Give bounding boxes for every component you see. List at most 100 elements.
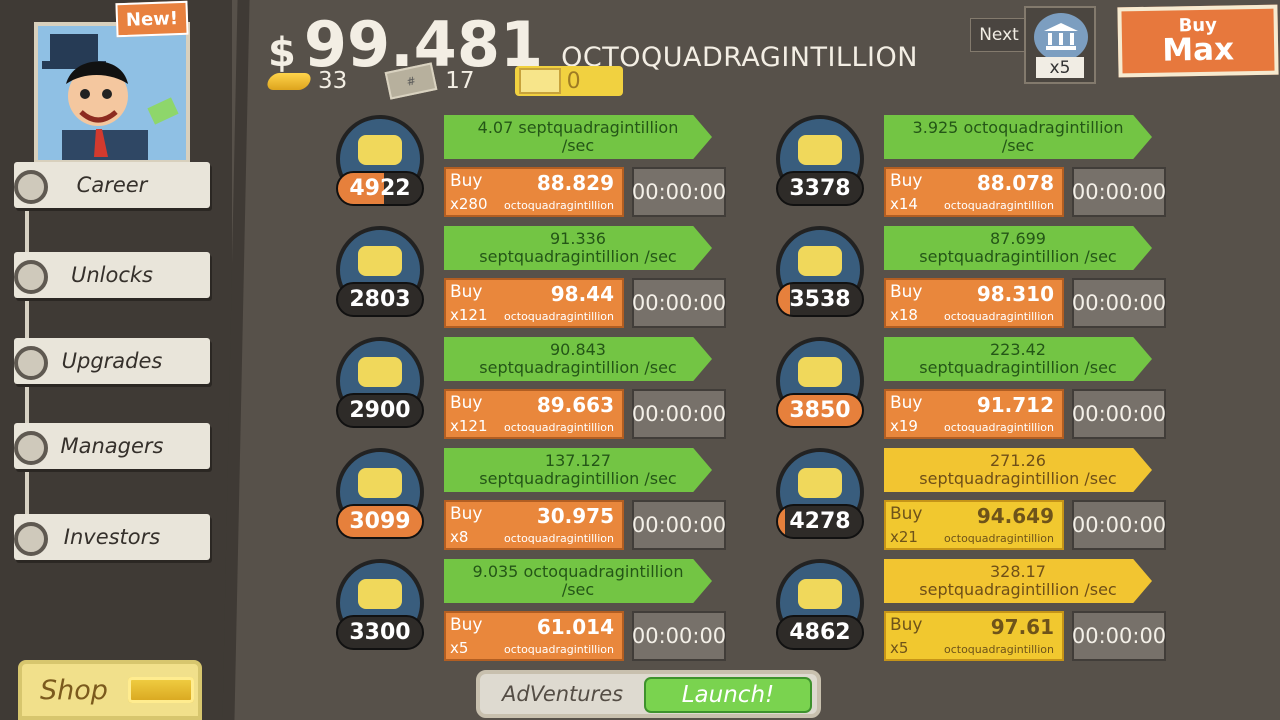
buy-cost-unit: octoquadragintillion — [503, 199, 614, 212]
buy-button[interactable]: Buy x19 91.712 octoquadragintillion — [884, 389, 1064, 439]
buy-cost-unit: octoquadragintillion — [943, 310, 1054, 323]
owned-count: 3300 — [336, 615, 424, 650]
buy-button[interactable]: Buy x121 98.44 octoquadragintillion — [444, 278, 624, 328]
next-unlock-card[interactable]: x5 — [1024, 6, 1096, 84]
buy-label: Buy — [890, 615, 923, 635]
ring-icon — [14, 346, 48, 380]
buy-cost-unit: octoquadragintillion — [503, 532, 614, 545]
sidebar-item-label: Career — [76, 173, 148, 197]
shop-label: Shop — [40, 674, 108, 706]
sidebar-item-label: Upgrades — [61, 349, 163, 373]
buy-cost: 30.975 — [536, 504, 614, 528]
megabucks-button[interactable]: 0 — [514, 66, 623, 96]
owned-count-value: 2803 — [349, 287, 411, 312]
sidebar-item-unlocks[interactable]: Unlocks — [14, 252, 210, 298]
business-card: 4278 271.26 septquadragintillion /sec Bu… — [776, 448, 1166, 558]
shrimp-icon — [798, 135, 842, 165]
launch-button[interactable]: Launch! — [644, 677, 812, 713]
buy-button[interactable]: Buy x8 30.975 octoquadragintillion — [444, 500, 624, 550]
income-rate: 90.843 septquadragintillion /sec — [444, 337, 712, 381]
capitalist-avatar[interactable] — [34, 22, 190, 164]
buy-multiplier: x5 — [450, 639, 469, 657]
hockey-icon — [798, 246, 842, 276]
buy-cost: 61.014 — [536, 615, 614, 639]
adventures-panel: AdVentures Launch! — [476, 670, 821, 718]
buy-multiplier: x121 — [450, 306, 488, 324]
owned-count-value: 3378 — [789, 176, 851, 201]
buy-button[interactable]: Buy x14 88.078 octoquadragintillion — [884, 167, 1064, 217]
buy-button[interactable]: Buy x18 98.310 octoquadragintillion — [884, 278, 1064, 328]
income-rate: 4.07 septquadragintillion /sec — [444, 115, 712, 159]
buy-button[interactable]: Buy x280 88.829 octoquadragintillion — [444, 167, 624, 217]
owned-count: 3378 — [776, 171, 864, 206]
business-card: 3850 223.42 septquadragintillion /sec Bu… — [776, 337, 1166, 447]
buy-cost-unit: octoquadragintillion — [503, 421, 614, 434]
newspaper-icon — [358, 246, 402, 276]
buy-cost: 91.712 — [976, 393, 1054, 417]
owned-count-value: 3099 — [349, 509, 411, 534]
buy-multiplier: x8 — [450, 528, 469, 546]
buy-button[interactable]: Buy x21 94.649 octoquadragintillion — [884, 500, 1064, 550]
buy-label: Buy — [890, 171, 923, 191]
owned-count: 3099 — [336, 504, 424, 539]
buy-multiplier: x14 — [890, 195, 918, 213]
business-card: 4862 328.17 septquadragintillion /sec Bu… — [776, 559, 1166, 669]
buy-cost: 97.61 — [990, 615, 1054, 639]
buy-button[interactable]: Buy x121 89.663 octoquadragintillion — [444, 389, 624, 439]
sidebar-item-label: Unlocks — [70, 263, 153, 287]
buy-multiplier: x19 — [890, 417, 918, 435]
sidebar-item-upgrades[interactable]: Upgrades — [14, 338, 210, 384]
owned-count: 2803 — [336, 282, 424, 317]
next-label: Next — [970, 18, 1028, 52]
production-progress-fill — [778, 506, 785, 537]
buy-button[interactable]: Buy x5 97.61 octoquadragintillion — [884, 611, 1064, 661]
buy-button[interactable]: Buy x5 61.014 octoquadragintillion — [444, 611, 624, 661]
buy-cost: 94.649 — [976, 504, 1054, 528]
business-card: 3300 9.035 octoquadragintillion /sec Buy… — [336, 559, 726, 669]
business-card: 4922 4.07 septquadragintillion /sec Buy … — [336, 115, 726, 225]
business-timer: 00:00:00 — [1072, 278, 1166, 328]
sidebar-item-investors[interactable]: Investors — [14, 514, 210, 560]
bank-icon — [1034, 13, 1088, 61]
business-timer: 00:00:00 — [1072, 167, 1166, 217]
business-timer: 00:00:00 — [632, 389, 726, 439]
buy-label: Buy — [890, 393, 923, 413]
income-rate: 328.17 septquadragintillion /sec — [884, 559, 1152, 603]
business-timer: 00:00:00 — [632, 500, 726, 550]
business-card: 2803 91.336 septquadragintillion /sec Bu… — [336, 226, 726, 336]
resource-bar: 33 # 17 0 — [264, 62, 623, 100]
buy-cost-unit: octoquadragintillion — [943, 421, 1054, 434]
buy-cost-unit: octoquadragintillion — [943, 199, 1054, 212]
new-badge: New! — [115, 0, 189, 38]
business-card: 2900 90.843 septquadragintillion /sec Bu… — [336, 337, 726, 447]
business-card: 3378 3.925 octoquadragintillion /sec Buy… — [776, 115, 1166, 225]
buy-cost: 88.829 — [536, 171, 614, 195]
owned-count: 3538 — [776, 282, 864, 317]
owned-count: 3850 — [776, 393, 864, 428]
bank-icon — [798, 468, 842, 498]
car-icon — [358, 357, 402, 387]
buy-max-button[interactable]: Buy Max — [1117, 4, 1279, 78]
sidebar-item-managers[interactable]: Managers — [14, 423, 210, 469]
shop-button[interactable]: Shop — [18, 660, 202, 720]
gold-icon — [264, 72, 314, 90]
business-timer: 00:00:00 — [1072, 611, 1166, 661]
income-rate: 87.699 septquadragintillion /sec — [884, 226, 1152, 270]
buy-label: Buy — [450, 171, 483, 191]
owned-count-value: 3538 — [789, 287, 851, 312]
income-rate: 3.925 octoquadragintillion /sec — [884, 115, 1152, 159]
ring-icon — [14, 431, 48, 465]
buy-cost-unit: octoquadragintillion — [943, 643, 1054, 656]
movie-icon — [798, 357, 842, 387]
sidebar-item-career[interactable]: Career — [14, 162, 210, 208]
sidebar-item-label: Managers — [60, 434, 164, 458]
buy-label: Buy — [450, 504, 483, 524]
business-timer: 00:00:00 — [1072, 500, 1166, 550]
sidebar: New! Career Unlocks Upgrades Managers In… — [0, 0, 232, 720]
income-rate: 137.127 septquadragintillion /sec — [444, 448, 712, 492]
buy-multiplier: x18 — [890, 306, 918, 324]
business-timer: 00:00:00 — [632, 611, 726, 661]
buy-max-bottom-label: Max — [1161, 31, 1235, 69]
business-timer: 00:00:00 — [1072, 389, 1166, 439]
buy-multiplier: x280 — [450, 195, 488, 213]
